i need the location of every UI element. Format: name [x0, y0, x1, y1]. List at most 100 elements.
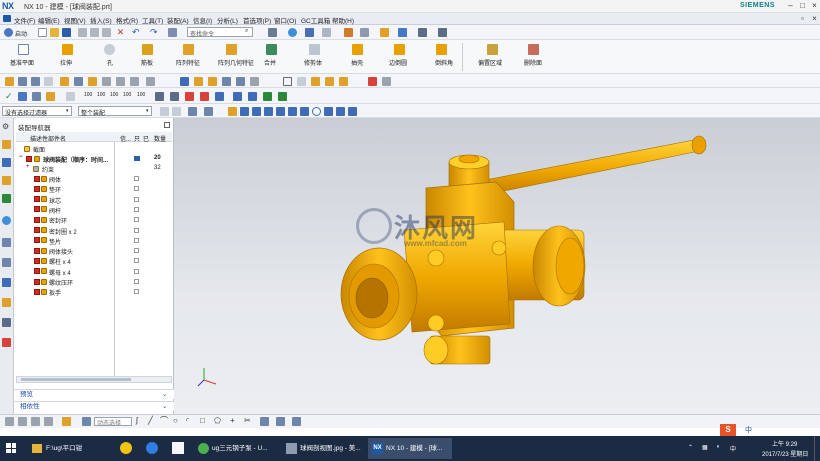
menu-view[interactable]: 视图(V)	[64, 15, 86, 25]
chamfer-button[interactable]: 倒斜角	[435, 58, 453, 67]
dependencies-section[interactable]: 相依性 ⌄	[14, 401, 174, 411]
constraint-icon[interactable]	[31, 77, 40, 86]
display-mode-icon[interactable]	[322, 28, 331, 37]
open-folder-icon[interactable]	[50, 28, 59, 37]
menu-info[interactable]: 信息(I)	[193, 15, 212, 25]
visibility-checkbox[interactable]	[34, 206, 40, 213]
solid-icon[interactable]	[311, 77, 320, 86]
num-button-2[interactable]: 100	[97, 92, 105, 98]
column-part-name[interactable]: 描述性部件名	[30, 134, 66, 143]
sogou-ime-icon[interactable]: S	[720, 424, 736, 436]
visibility-checkbox[interactable]	[34, 175, 40, 182]
replace-component-icon[interactable]	[146, 77, 155, 86]
system-materials-tab-icon[interactable]	[2, 258, 11, 267]
menu-preferences[interactable]: 首选项(P)	[243, 15, 271, 25]
readonly-checkbox[interactable]	[134, 279, 139, 284]
body-icon[interactable]	[194, 77, 203, 86]
rectangle-tool-icon[interactable]: □	[200, 417, 209, 426]
select-options-icon[interactable]	[204, 107, 213, 116]
snap-circle-icon[interactable]	[312, 107, 321, 116]
grid-icon[interactable]	[18, 417, 27, 426]
snap-point-icon[interactable]	[276, 107, 285, 116]
reflection-icon[interactable]	[200, 92, 209, 101]
menu-help[interactable]: 帮助(H)	[332, 15, 354, 25]
unite-button[interactable]: 合并	[264, 58, 276, 67]
circle-tool-icon[interactable]: ○	[173, 417, 182, 426]
clearance-icon[interactable]	[102, 77, 111, 86]
constraint-navigator-tab-icon[interactable]	[2, 158, 11, 167]
pattern-component-icon[interactable]	[130, 77, 139, 86]
show-icon[interactable]	[228, 107, 237, 116]
ime-status[interactable]: 中	[745, 425, 752, 435]
roles-tab-icon[interactable]	[2, 298, 11, 307]
undo-icon[interactable]: ↶	[132, 28, 141, 37]
extrude-button[interactable]: 拉伸	[60, 58, 72, 67]
gear-icon[interactable]: ⚙	[2, 122, 11, 131]
visibility-checkbox[interactable]	[34, 185, 40, 192]
more-tools-icon[interactable]	[438, 28, 447, 37]
polygon-tool-icon[interactable]: ⬠	[214, 417, 223, 426]
column-readonly[interactable]: 只	[134, 134, 140, 143]
system-scene-tab-icon[interactable]	[2, 318, 11, 327]
copy-icon[interactable]	[90, 28, 99, 37]
scrollbar-thumb[interactable]	[21, 378, 131, 381]
draft-analysis-icon[interactable]	[185, 92, 194, 101]
measure-icon[interactable]	[418, 28, 427, 37]
snap-intersect-icon[interactable]	[300, 107, 309, 116]
window-icon[interactable]	[168, 28, 177, 37]
snap-quadrant-icon[interactable]	[288, 107, 297, 116]
menu-format[interactable]: 格式(R)	[116, 15, 138, 25]
list-item[interactable]: − 球阀装配（顺序：时间... 20	[16, 154, 172, 164]
readonly-checkbox[interactable]	[134, 227, 139, 233]
trim-tool-icon[interactable]: ✂	[244, 417, 253, 426]
bottom-search-box[interactable]: 动态选择	[94, 417, 132, 427]
restore-button[interactable]: □	[797, 0, 808, 12]
normal-icon[interactable]	[215, 92, 224, 101]
app-icon[interactable]	[172, 442, 184, 454]
readonly-checkbox[interactable]	[134, 186, 139, 192]
part-navigator-tab-icon[interactable]	[2, 176, 11, 185]
clipping-tab-icon[interactable]	[2, 338, 11, 347]
zoom-icon[interactable]	[66, 92, 75, 101]
show-desktop-button[interactable]	[814, 436, 820, 461]
paste-icon[interactable]	[102, 28, 111, 37]
list-item[interactable]: 阀杆	[16, 205, 172, 215]
taskbar-item-nx[interactable]: NX NX 10 - 建模 - [球...	[368, 438, 452, 459]
trim-body-button[interactable]: 修剪体	[304, 58, 322, 67]
preview-section[interactable]: 预览 ⌄	[14, 389, 174, 399]
visibility-checkbox[interactable]	[34, 288, 40, 295]
table-icon[interactable]	[44, 417, 53, 426]
visibility-checkbox[interactable]	[34, 257, 40, 264]
taskbar-item-browser[interactable]: ug三元钢子泵 - U...	[194, 438, 276, 459]
readonly-checkbox[interactable]	[134, 237, 139, 243]
menu-assembly[interactable]: 装配(A)	[167, 15, 189, 25]
line-tool-icon[interactable]: ╱	[148, 417, 157, 426]
visibility-checkbox[interactable]	[34, 278, 40, 285]
curvature-icon[interactable]	[155, 92, 164, 101]
orient-view-icon[interactable]	[305, 28, 314, 37]
num-button-5[interactable]: 100	[137, 92, 145, 98]
deselect-icon[interactable]	[172, 107, 181, 116]
solid-3-icon[interactable]	[339, 77, 348, 86]
feature-icon[interactable]	[208, 77, 217, 86]
readonly-checkbox[interactable]	[134, 289, 139, 295]
tray-arrow-icon[interactable]: ⌃	[688, 444, 693, 451]
highlight-icon[interactable]	[368, 77, 377, 86]
readonly-checkbox[interactable]	[134, 206, 139, 212]
list-item[interactable]: 阀体接头	[16, 246, 172, 256]
edge-blend-button[interactable]: 边倒圆	[389, 58, 407, 67]
delete-icon[interactable]: ✕	[116, 28, 125, 37]
close-button[interactable]: ×	[809, 0, 820, 12]
offset-region-button[interactable]: 偏置区域	[478, 58, 502, 67]
rib-button[interactable]: 筋板	[141, 58, 153, 67]
column-quantity[interactable]: 数量	[154, 134, 166, 143]
volume-icon[interactable]: ◖	[716, 444, 720, 450]
assembly-filter-dropdown[interactable]: 整个装配 ▾	[78, 106, 152, 117]
view-icon[interactable]	[5, 417, 14, 426]
list-item[interactable]: + 约束 32	[16, 164, 172, 174]
visibility-checkbox[interactable]	[34, 227, 40, 233]
hide-show-icon[interactable]	[344, 28, 353, 37]
delete-face-button[interactable]: 删除面	[524, 58, 542, 67]
menu-gc-toolbox[interactable]: GC工具箱	[301, 15, 330, 25]
menu-edit[interactable]: 编辑(E)	[38, 15, 60, 25]
